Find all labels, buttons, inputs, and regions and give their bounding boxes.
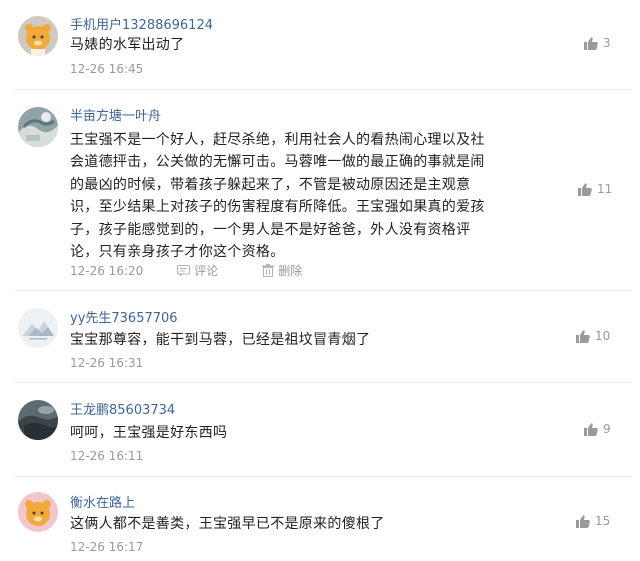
comment-time: 12-26 16:20	[70, 263, 144, 278]
comment-username[interactable]: 半亩方塘一叶舟	[70, 105, 161, 124]
thumbs-up-icon	[576, 514, 590, 528]
like-count: 10	[595, 329, 611, 343]
comment-time: 12-26 16:11	[70, 449, 144, 463]
comment-username[interactable]: 王龙鹏85603734	[70, 399, 175, 418]
like-count: 11	[597, 182, 613, 196]
comment-meta: 12-26 16:11	[70, 449, 143, 463]
avatar[interactable]	[18, 16, 58, 56]
avatar[interactable]	[18, 400, 58, 440]
divider	[14, 290, 632, 291]
like-button[interactable]: 3	[584, 36, 611, 50]
comment-text: 宝宝那尊容，能干到马蓉，已经是祖坟冒青烟了	[70, 332, 371, 348]
delete-label: 删除	[278, 264, 303, 278]
avatar[interactable]	[18, 107, 58, 147]
comment-text: 马婊的水军出动了	[70, 37, 185, 53]
comment-meta: 12-26 16:45	[70, 62, 143, 76]
comment-text: 这俩人都不是善类，王宝强早已不是原来的傻根了	[70, 516, 385, 532]
comment-meta: 12-26 16:20 评论 删除	[70, 262, 302, 279]
comment-text: 王宝强不是一个好人，赶尽杀绝，利用社会人的看热闹心理以及社 会道德抨击，公关做的…	[70, 132, 485, 261]
reply-button[interactable]: 评论	[177, 262, 218, 279]
avatar[interactable]	[18, 492, 58, 532]
delete-button[interactable]: 删除	[262, 262, 302, 279]
like-count: 9	[603, 422, 611, 436]
like-count: 3	[603, 36, 611, 50]
like-button[interactable]: 11	[578, 182, 612, 196]
comment-text: 呵呵，王宝强是好东西吗	[70, 425, 228, 441]
comment-time: 12-26 16:17	[70, 540, 144, 554]
avatar[interactable]	[18, 308, 58, 348]
comment-username[interactable]: yy先生73657706	[70, 307, 178, 326]
divider	[14, 89, 632, 90]
divider	[14, 476, 632, 477]
trash-icon	[262, 264, 275, 277]
comment-icon	[177, 264, 191, 276]
comment-meta: 12-26 16:17	[70, 540, 143, 554]
like-button[interactable]: 15	[576, 514, 610, 528]
thumbs-up-icon	[584, 36, 598, 50]
like-count: 15	[595, 514, 611, 528]
comment-meta: 12-26 16:31	[70, 356, 143, 370]
thumbs-up-icon	[576, 329, 590, 343]
thumbs-up-icon	[584, 422, 598, 436]
like-button[interactable]: 10	[576, 329, 610, 343]
comment-username[interactable]: 手机用户13288696124	[70, 14, 213, 33]
divider	[14, 382, 632, 383]
like-button[interactable]: 9	[584, 422, 611, 436]
comment-username[interactable]: 衡水在路上	[70, 492, 135, 511]
comment-time: 12-26 16:31	[70, 356, 144, 370]
thumbs-up-icon	[578, 182, 592, 196]
reply-label: 评论	[194, 264, 219, 278]
comment-time: 12-26 16:45	[70, 62, 144, 76]
